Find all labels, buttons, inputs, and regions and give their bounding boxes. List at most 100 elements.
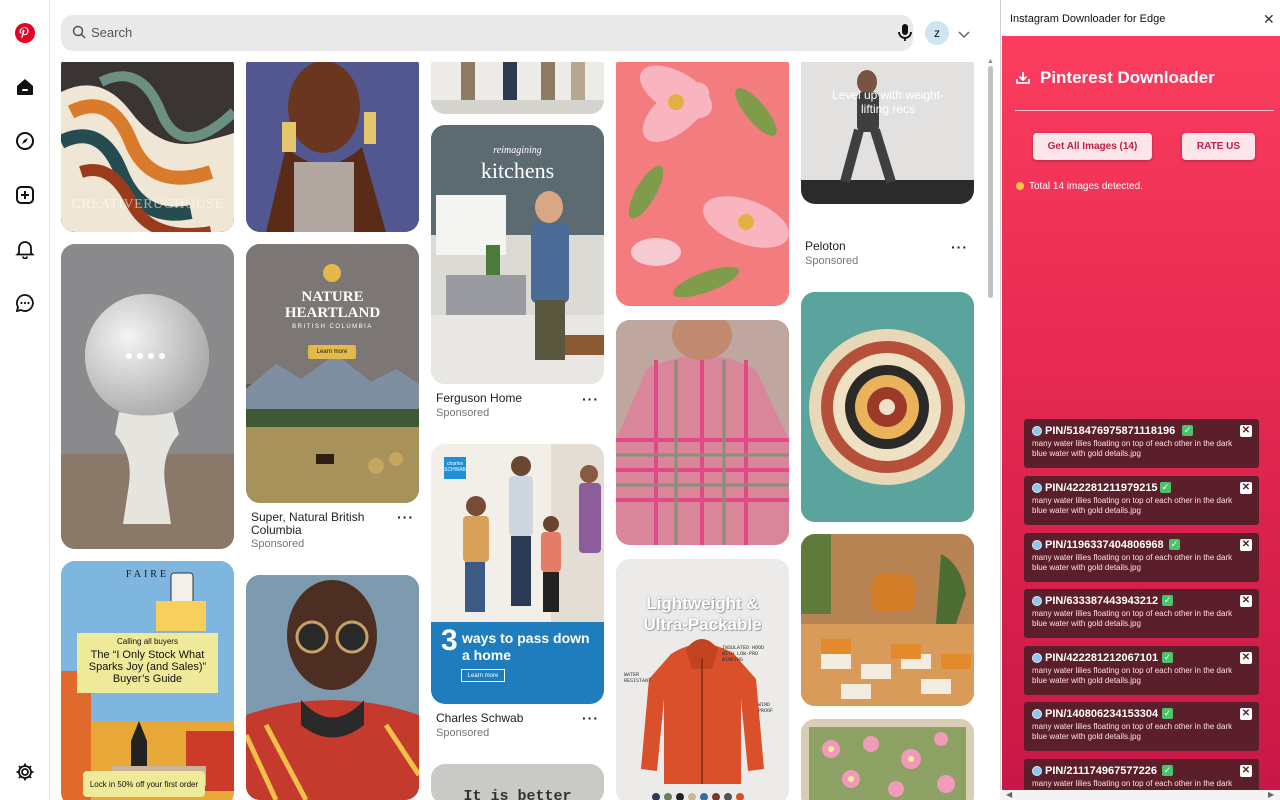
check-icon: ✓ [1182,425,1193,436]
more-options-icon[interactable]: ··· [582,391,599,407]
notifications-icon[interactable] [13,237,37,261]
chevron-down-icon[interactable] [958,26,970,44]
check-icon: ✓ [1162,652,1173,663]
remove-icon[interactable]: ✕ [1240,708,1252,720]
globe-icon [1032,766,1042,776]
globe-icon [1032,426,1042,436]
more-options-icon[interactable]: ··· [397,509,414,525]
pin-result-item[interactable]: PIN/140806234153304 ✓ many water lilies … [1024,702,1259,751]
pin-portrait-image[interactable] [246,62,419,232]
globe-icon [1032,540,1042,550]
pin-result-item[interactable]: PIN/422281212067101 ✓ many water lilies … [1024,646,1259,695]
pin-quote-image[interactable]: It is better [431,764,604,800]
pin-result-item[interactable]: PIN/1196337404806968 ✓ many water lilies… [1024,533,1259,582]
pin-id[interactable]: PIN/422281212067101 [1045,652,1158,664]
rate-us-button[interactable]: RATE US [1182,133,1255,160]
faire-kicker: Calling all buyers [117,637,178,646]
close-icon[interactable]: ✕ [1263,12,1275,26]
pin-id[interactable]: PIN/211174967577226 [1045,765,1157,777]
pin-nature-heartland-ad[interactable]: NATURE HEARTLAND BRITISH COLUMBIA Learn … [246,244,419,503]
pin-sweater-image[interactable] [616,320,789,545]
scroll-up-arrow-icon[interactable]: ▲ [987,58,994,65]
pin-filename: many water lilies floating on top of eac… [1032,609,1233,628]
avatar[interactable]: z [925,21,949,45]
pin-sponsored-label: Sponsored [251,538,305,550]
pin-sponsored-label: Sponsored [436,727,490,739]
remove-icon[interactable]: ✕ [1240,765,1252,777]
pin-title[interactable]: Ferguson Home [436,392,522,405]
jacket-headline: Lightweight & Ultra-Packable [643,594,762,634]
pin-filename: many water lilies floating on top of eac… [1032,553,1233,572]
pin-living-room-image[interactable] [801,534,974,706]
pin-kitchen-ad[interactable]: reimagining kitchens [431,125,604,384]
more-options-icon[interactable]: ··· [582,710,599,726]
watermark-text: CREATIVERUGHOUSE [71,197,224,212]
pin-title[interactable]: Super, Natural British Columbia [251,511,396,537]
get-all-images-button[interactable]: Get All Images (14) [1033,133,1152,160]
jacket-tag-wind: WIND PROOF [758,702,774,714]
extension-body: Pinterest Downloader Get All Images (14)… [1002,36,1280,790]
extension-horizontal-scrollbar[interactable]: ◀ ▶ [1000,790,1280,800]
schwab-number: 3 [441,624,458,657]
pin-id[interactable]: PIN/140806234153304 [1045,708,1158,720]
nature-logo-icon [323,264,341,282]
pin-rug-image[interactable]: CREATIVERUGHOUSE [61,62,234,232]
status-dot-icon [1016,182,1024,190]
search-icon [72,25,86,44]
search-input[interactable]: Search [91,25,132,40]
more-options-icon[interactable]: ··· [951,239,968,255]
pin-result-item[interactable]: PIN/422281211979215 ✓ many water lilies … [1024,476,1259,525]
faire-cta-button[interactable]: Lock in 50% off your first order [83,771,205,797]
pin-id[interactable]: PIN/1196337404806968 [1045,539,1164,551]
remove-icon[interactable]: ✕ [1240,539,1252,551]
pin-filename: many water lilies floating on top of eac… [1032,439,1233,458]
faire-headline: The “I Only Stock What Sparks Joy (and S… [88,649,207,685]
pin-title[interactable]: Charles Schwab [436,712,523,725]
scrollbar-thumb[interactable] [988,66,993,298]
extension-side-panel: Instagram Downloader for Edge ✕ Pinteres… [1000,0,1280,800]
pin-result-list: PIN/518476975871118196 ✓ many water lili… [1002,419,1280,790]
pin-floral-image[interactable] [616,62,789,306]
remove-icon[interactable]: ✕ [1240,652,1252,664]
pin-art-circle-image[interactable] [801,292,974,522]
scroll-right-arrow-icon[interactable]: ▶ [1268,790,1274,799]
scroll-left-arrow-icon[interactable]: ◀ [1006,790,1012,799]
feed-scrollbar[interactable]: ▲ [986,58,994,800]
extension-window-title: Instagram Downloader for Edge [1010,13,1166,25]
pin-faire-ad[interactable]: FAIRE Calling all buyers The “I Only Sto… [61,561,234,800]
nature-title: NATURE HEARTLAND [284,289,381,321]
remove-icon[interactable]: ✕ [1240,595,1252,607]
pin-elder-portrait-image[interactable] [246,575,419,800]
check-icon: ✓ [1169,539,1180,550]
search-bar[interactable]: Search [61,15,913,51]
explore-icon[interactable] [13,129,37,153]
pinterest-logo-icon[interactable] [13,21,37,45]
extension-header: Instagram Downloader for Edge ✕ [1001,0,1280,36]
settings-icon[interactable] [13,760,37,784]
pin-result-item[interactable]: PIN/211174967577226 ✓ many water lilies … [1024,759,1259,790]
home-icon[interactable] [13,75,37,99]
schwab-logo: charles SCHWAB [444,457,466,479]
pin-speaker-image[interactable] [61,244,234,549]
microphone-icon[interactable] [897,23,913,48]
pin-peloton-ad[interactable]: Level up with weight-lifting recs [801,62,974,204]
remove-icon[interactable]: ✕ [1240,425,1252,437]
pin-id[interactable]: PIN/422281211979215 [1045,482,1158,494]
pin-id[interactable]: PIN/518476975871118196 [1045,425,1175,437]
messages-icon[interactable] [13,291,37,315]
create-icon[interactable] [13,183,37,207]
schwab-learn-more-button[interactable]: Learn more [461,669,505,682]
pin-result-item[interactable]: PIN/518476975871118196 ✓ many water lili… [1024,419,1259,468]
pin-schwab-ad[interactable]: charles SCHWAB 3 ways to pass down a hom… [431,444,604,704]
pin-title[interactable]: Peloton [805,240,846,253]
pin-jacket-ad[interactable]: Lightweight & Ultra-Packable INSULATED H… [616,559,789,800]
nature-subtitle: BRITISH COLUMBIA [292,324,373,330]
pin-id[interactable]: PIN/633387443943212 [1045,595,1158,607]
pin-flower-art-image[interactable] [801,719,974,800]
peloton-headline: Level up with weight-lifting recs [831,88,945,116]
check-icon: ✓ [1162,765,1173,776]
remove-icon[interactable]: ✕ [1240,482,1252,494]
nature-learn-more-button[interactable]: Learn more [308,345,356,359]
pin-people-image[interactable] [431,62,604,114]
pin-result-item[interactable]: PIN/633387443943212 ✓ many water lilies … [1024,589,1259,638]
